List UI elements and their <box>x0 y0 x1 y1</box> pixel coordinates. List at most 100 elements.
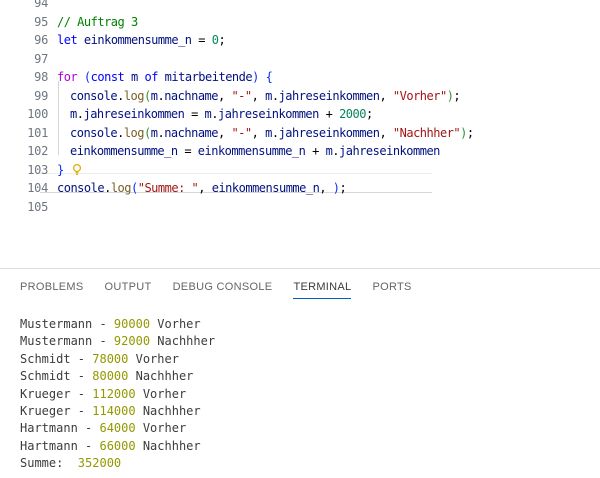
code-token: const <box>91 68 125 87</box>
code-line-text[interactable]: console.log(m.nachname, "-", m.jahresein… <box>48 124 474 143</box>
code-token: . <box>211 105 218 124</box>
code-token: console <box>70 87 117 106</box>
code-token: ; <box>218 31 225 50</box>
code-token: , <box>319 179 332 198</box>
line-number[interactable]: 101 <box>0 124 48 143</box>
line-number[interactable]: 97 <box>0 50 48 69</box>
line-number[interactable]: 103 <box>0 161 48 180</box>
code-token: ; <box>340 179 347 198</box>
code-line-text[interactable]: let einkommensumme_n = 0; <box>48 31 225 50</box>
code-token: log <box>124 87 144 106</box>
code-token: = <box>178 142 198 161</box>
code-token: jahreseinkommen <box>218 105 319 124</box>
code-line-text[interactable] <box>48 198 57 217</box>
code-token: , <box>379 124 392 143</box>
terminal-text: Vorher <box>128 352 179 366</box>
terminal-text: Hartmann - <box>20 421 99 435</box>
code-line[interactable]: 100m.jahreseinkommen = m.jahreseinkommen… <box>0 105 600 124</box>
code-token: . <box>157 124 164 143</box>
code-token <box>77 31 84 50</box>
code-line[interactable]: 101console.log(m.nachname, "-", m.jahres… <box>0 124 600 143</box>
tab-terminal[interactable]: TERMINAL <box>293 281 351 299</box>
line-number[interactable]: 98 <box>0 68 48 87</box>
code-token <box>77 68 84 87</box>
code-line[interactable]: 98for (const m of mitarbeitende) { <box>0 68 600 87</box>
terminal-text: Hartmann - <box>20 439 99 453</box>
terminal-text: Nachhher <box>128 369 193 383</box>
code-token: . <box>157 87 164 106</box>
terminal-text: 90000 <box>114 317 150 331</box>
lightbulb-icon[interactable] <box>71 163 83 176</box>
code-token: einkommensumme_n <box>212 179 320 198</box>
line-number[interactable]: 94 <box>0 0 48 13</box>
code-token: ( <box>84 68 91 87</box>
line-number[interactable]: 102 <box>0 142 48 161</box>
terminal-output[interactable]: Mustermann - 90000 VorherMustermann - 92… <box>20 316 600 478</box>
code-line[interactable]: 96let einkommensumme_n = 0; <box>0 31 600 50</box>
terminal-line: Schmidt - 78000 Vorher <box>20 351 600 368</box>
tab-ports[interactable]: PORTS <box>372 281 411 299</box>
code-token: ) <box>447 87 454 106</box>
line-number[interactable]: 105 <box>0 198 48 217</box>
code-token: mitarbeitende <box>165 68 252 87</box>
code-line[interactable]: 97 <box>0 50 600 69</box>
terminal-text: Vorher <box>150 317 201 331</box>
line-number[interactable]: 100 <box>0 105 48 124</box>
code-token: . <box>272 124 279 143</box>
code-token: 0 <box>212 31 219 50</box>
code-line[interactable]: 105 <box>0 198 600 217</box>
tab-problems[interactable]: PROBLEMS <box>20 281 84 299</box>
code-token: ) <box>333 179 340 198</box>
tab-debug-console[interactable]: DEBUG CONSOLE <box>173 281 273 299</box>
code-line[interactable]: 104console.log("Summe: ", einkommensumme… <box>0 179 600 198</box>
line-number[interactable]: 104 <box>0 179 48 198</box>
code-token: for <box>57 68 77 87</box>
code-line[interactable]: 95// Auftrag 3 <box>0 13 600 32</box>
code-token: einkommensumme_n <box>70 142 178 161</box>
code-line-text[interactable]: for (const m of mitarbeitende) { <box>48 68 272 87</box>
code-line[interactable]: 99console.log(m.nachname, "-", m.jahrese… <box>0 87 600 106</box>
code-token: "-" <box>231 87 251 106</box>
code-line-text[interactable]: m.jahreseinkommen = m.jahreseinkommen + … <box>48 105 373 124</box>
code-token: jahreseinkommen <box>279 87 380 106</box>
terminal-line: Krueger - 112000 Vorher <box>20 386 600 403</box>
code-line-text[interactable] <box>48 50 57 69</box>
code-token: jahreseinkommen <box>83 105 184 124</box>
code-line-text[interactable]: console.log(m.nachname, "-", m.jahresein… <box>48 87 460 106</box>
terminal-line: Summe: 352000 <box>20 455 600 472</box>
tab-output[interactable]: OUTPUT <box>105 281 152 299</box>
code-line-text[interactable] <box>48 0 57 13</box>
code-line-text[interactable]: console.log("Summe: ", einkommensumme_n,… <box>48 179 346 198</box>
code-line[interactable]: 102einkommensumme_n = einkommensumme_n +… <box>0 142 600 161</box>
code-token: + <box>319 105 339 124</box>
code-token <box>158 68 165 87</box>
terminal-line: Hartmann - 66000 Nachhher <box>20 438 600 455</box>
code-token: ) <box>460 124 467 143</box>
terminal-text: Nachhher <box>136 439 201 453</box>
terminal-text: 80000 <box>92 369 128 383</box>
line-number[interactable]: 99 <box>0 87 48 106</box>
terminal-text: 114000 <box>92 404 135 418</box>
code-token: . <box>117 87 124 106</box>
code-line[interactable]: 94 <box>0 0 600 13</box>
code-line-text[interactable]: // Auftrag 3 <box>48 13 138 32</box>
terminal-text: Krueger - <box>20 387 92 401</box>
code-line-text[interactable]: } <box>48 161 83 180</box>
code-token: . <box>117 124 124 143</box>
code-token: m <box>151 87 158 106</box>
code-token: "Nachhher" <box>393 124 460 143</box>
line-number[interactable]: 96 <box>0 31 48 50</box>
terminal-text: 112000 <box>92 387 135 401</box>
terminal-text: 352000 <box>78 456 121 470</box>
code-token: m <box>265 87 272 106</box>
code-token: console <box>57 179 104 198</box>
panel-tabs: PROBLEMS OUTPUT DEBUG CONSOLE TERMINAL PORTS <box>0 269 600 307</box>
line-number[interactable]: 95 <box>0 13 48 32</box>
code-token: , <box>198 179 211 198</box>
code-line[interactable]: 103} <box>0 161 600 180</box>
code-editor[interactable]: 9495// Auftrag 396let einkommensumme_n =… <box>0 0 600 268</box>
terminal-text: Vorher <box>136 387 187 401</box>
code-token: ; <box>366 105 373 124</box>
code-token: } <box>57 161 64 180</box>
code-line-text[interactable]: einkommensumme_n = einkommensumme_n + m.… <box>48 142 440 161</box>
